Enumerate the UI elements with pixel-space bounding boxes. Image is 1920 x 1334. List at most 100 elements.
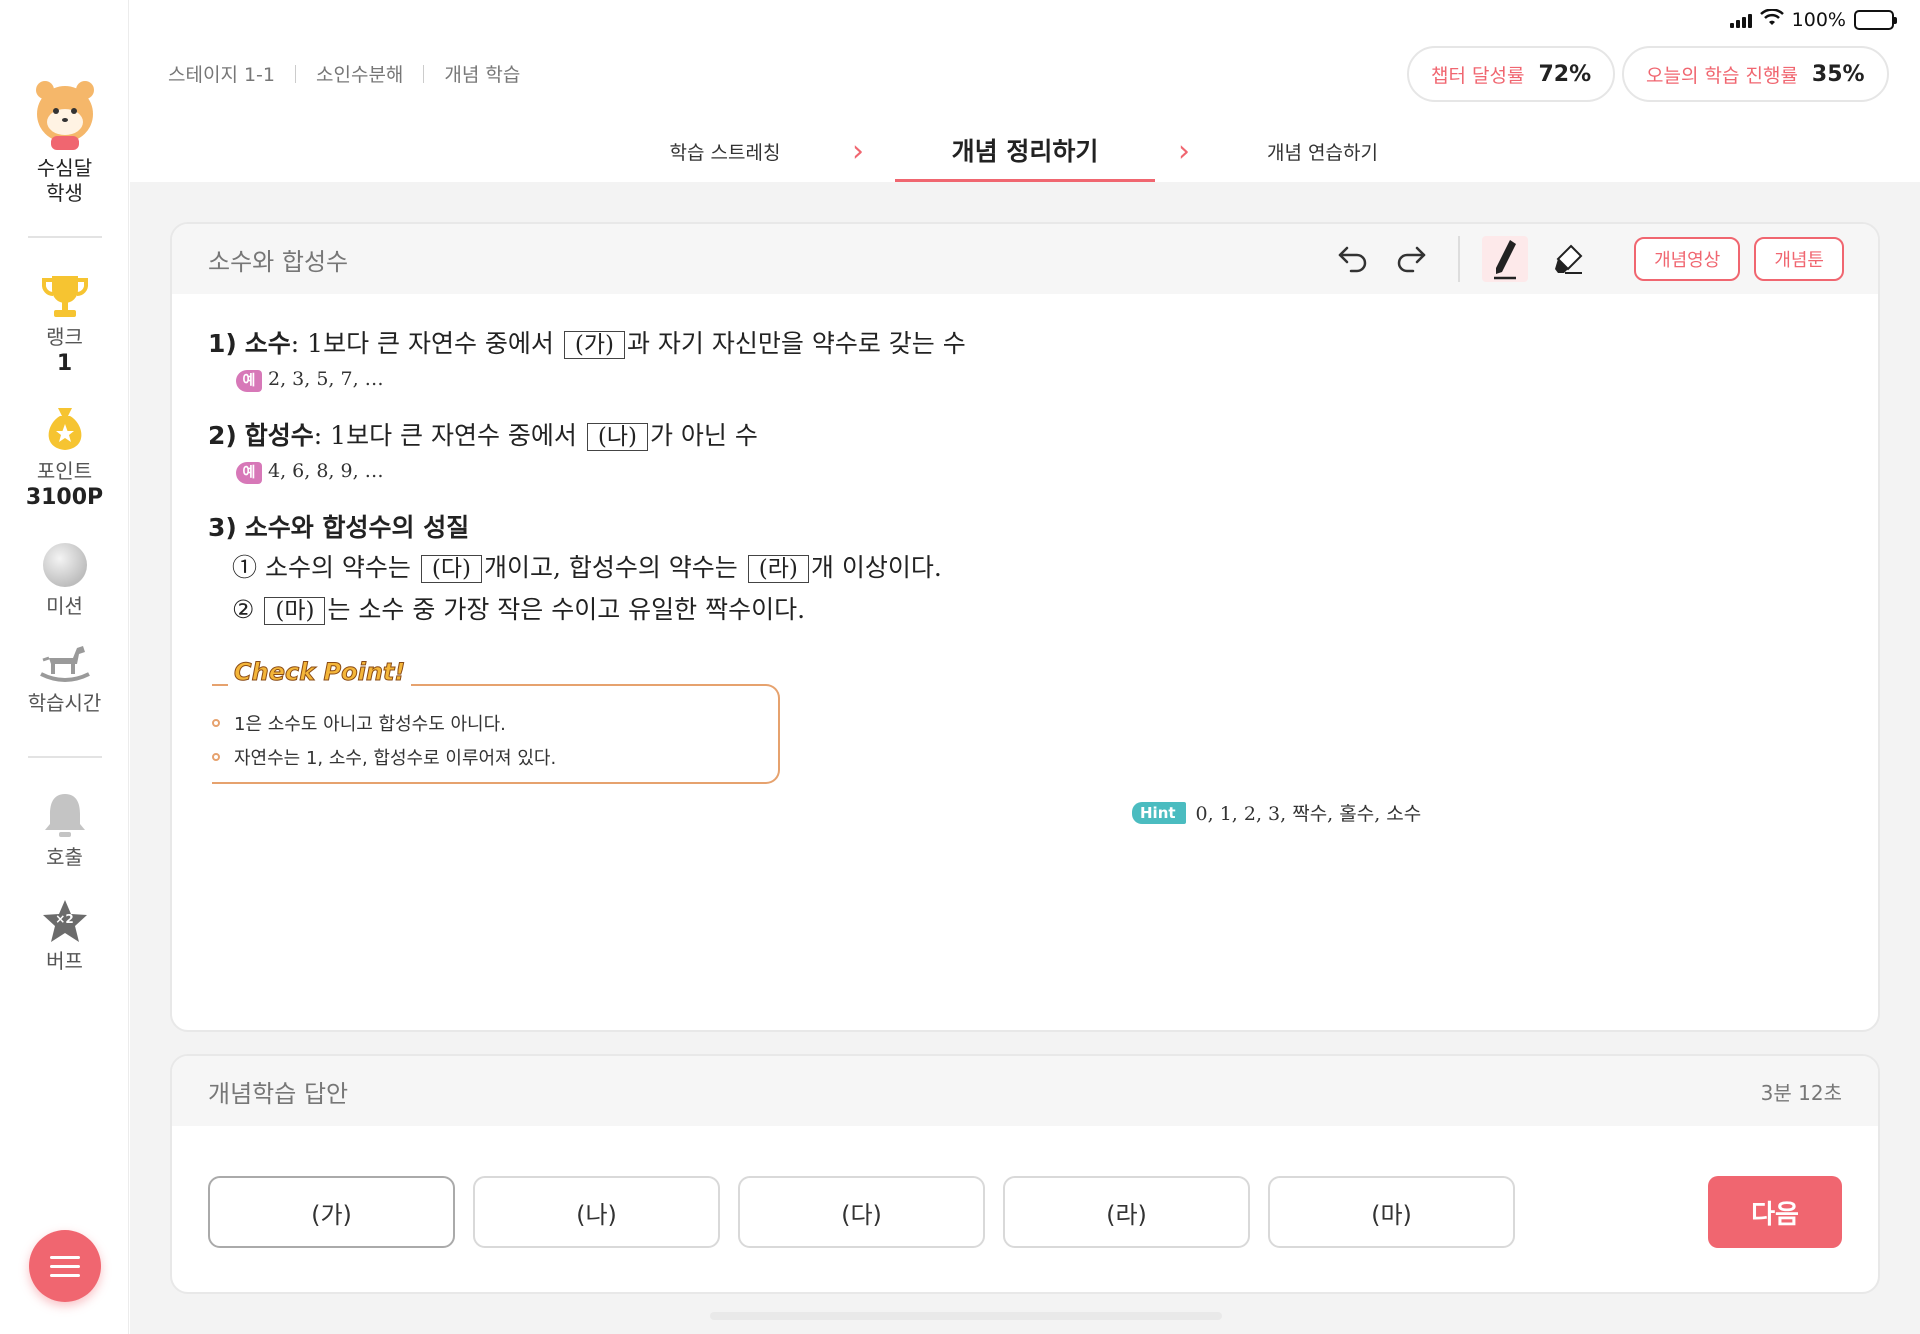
money-bag-icon [48, 408, 81, 450]
battery-icon [1854, 10, 1897, 30]
call-label: 호출 [46, 845, 83, 869]
chapter-progress-value: 72% [1538, 61, 1592, 87]
concept-video-button[interactable]: 개념영상 [1634, 237, 1741, 281]
breadcrumb-unit[interactable]: 소인수분해 [316, 60, 403, 87]
property-two: ② (마) 는 소수 중 가장 작은 수이고 유일한 짝수이다. [232, 590, 805, 626]
check-point-list: 1은 소수도 아니고 합성수도 아니다. 자연수는 1, 소수, 합성수로 이루… [212, 710, 556, 778]
list-item: 자연수는 1, 소수, 합성수로 이루어져 있다. [212, 744, 556, 770]
mission-orb-icon [42, 543, 87, 587]
sidebar-item-mission[interactable]: 미션 [0, 541, 129, 619]
next-button[interactable]: 다음 [1708, 1176, 1842, 1248]
property-text: 는 소수 중 가장 작은 수이고 유일한 짝수이다. [327, 595, 806, 624]
mission-label: 미션 [46, 594, 83, 618]
home-indicator[interactable] [710, 1312, 1222, 1320]
blank-ma: (마) [264, 597, 326, 625]
definition-text: 과 자기 자신만을 약수로 갖는 수 [626, 329, 966, 358]
buff-multiplier: ×2 [55, 912, 74, 926]
bullet-icon [212, 753, 220, 761]
answer-slot-ra[interactable]: (라) [1003, 1176, 1250, 1248]
tab-concept-practice[interactable]: 개념 연습하기 [1245, 120, 1400, 182]
sidebar-item-point[interactable]: 포인트 3100P [0, 404, 129, 512]
concept-panel: 소수와 합성수 개념영상 개념툰 1) 소수: 1보다 큰 자연수 중에서 (가… [170, 222, 1880, 1032]
answer-slot-na[interactable]: (나) [473, 1176, 720, 1248]
term-prime: 소수 [244, 329, 291, 358]
panel-title: 소수와 합성수 [208, 247, 349, 276]
today-progress-value: 35% [1811, 61, 1865, 87]
tab-concept-summary[interactable]: 개념 정리하기 [895, 120, 1155, 182]
answer-slot-da[interactable]: (다) [738, 1176, 985, 1248]
rocking-horse-icon [39, 646, 90, 682]
blank-ga: (가) [563, 331, 625, 359]
breadcrumb-stage[interactable]: 스테이지 1-1 [168, 60, 275, 87]
bell-icon [44, 794, 85, 837]
definition-prime: 1) 소수: 1보다 큰 자연수 중에서 (가) 과 자기 자신만을 약수로 갖는… [208, 324, 966, 360]
breadcrumb-separator [423, 64, 425, 83]
eraser-icon[interactable] [1546, 236, 1592, 282]
toolbar: 개념영상 개념툰 [1330, 236, 1844, 282]
buff-label: 버프 [46, 949, 83, 973]
trophy-icon [41, 276, 88, 317]
answer-title: 개념학습 답안 [208, 1079, 349, 1108]
property-marker: ② [232, 595, 255, 624]
battery-percentage: 100% [1791, 9, 1846, 31]
item-number: 2) [208, 421, 237, 450]
toolbar-divider [1458, 236, 1461, 282]
profile-role: 학생 [46, 181, 83, 205]
property-text: 개이고, 합성수의 약수는 [483, 553, 746, 582]
example-text: 2, 3, 5, 7, … [268, 368, 384, 390]
rank-label: 랭크 [46, 325, 83, 349]
item-number: 1) [208, 329, 237, 358]
status-bar: 100% [1729, 6, 1897, 34]
step-navigation: 학습 스트레칭 › 개념 정리하기 › 개념 연습하기 [0, 120, 1920, 182]
check-point-text: 1은 소수도 아니고 합성수도 아니다. [234, 714, 506, 735]
redo-icon[interactable] [1388, 236, 1434, 282]
answer-slot-ga[interactable]: (가) [208, 1176, 455, 1248]
properties-heading: 3) 소수와 합성수의 성질 [208, 508, 469, 544]
check-point-text: 자연수는 1, 소수, 합성수로 이루어져 있다. [234, 748, 557, 769]
hint: Hint 0, 1, 2, 3, 짝수, 홀수, 소수 [1132, 799, 1421, 826]
chevron-right-icon: › [852, 134, 864, 169]
cellular-signal-icon [1729, 12, 1752, 28]
definition-text: 가 아닌 수 [649, 421, 758, 450]
example-prime: 예 2, 3, 5, 7, … [208, 368, 384, 392]
property-one: ① 소수의 약수는 (다) 개이고, 합성수의 약수는 (라) 개 이상이다. [232, 548, 942, 584]
properties-title: 소수와 합성수의 성질 [244, 513, 470, 542]
menu-button[interactable] [29, 1230, 101, 1302]
answer-header: 개념학습 답안 3분 12초 [172, 1056, 1878, 1126]
breadcrumb-separator [295, 64, 296, 83]
timer: 3분 12초 [1760, 1080, 1842, 1105]
sidebar-item-buff[interactable]: ×2 버프 [0, 898, 129, 974]
breadcrumb-page: 개념 학습 [444, 64, 521, 86]
answer-slot-ma[interactable]: (마) [1268, 1176, 1515, 1248]
sidebar-divider [28, 756, 102, 758]
point-value: 3100P [25, 485, 104, 510]
pen-icon[interactable] [1482, 236, 1529, 282]
answer-choices: (가) (나) (다) (라) (마) [208, 1176, 1515, 1248]
property-marker: ① [232, 553, 258, 582]
rank-value: 1 [56, 351, 73, 376]
sidebar-divider [28, 236, 102, 238]
sidebar-item-study-time[interactable]: 학습시간 [0, 640, 129, 716]
item-number: 3) [208, 513, 237, 542]
chapter-progress-label: 챕터 달성률 [1431, 64, 1525, 87]
list-item: 1은 소수도 아니고 합성수도 아니다. [212, 710, 556, 736]
example-text: 4, 6, 8, 9, … [268, 460, 384, 482]
breadcrumb: 스테이지 1-1 소인수분해 개념 학습 [168, 60, 520, 87]
undo-icon[interactable] [1330, 236, 1376, 282]
definition-composite: 2) 합성수: 1보다 큰 자연수 중에서 (나) 가 아닌 수 [208, 416, 758, 452]
hint-badge: Hint [1132, 801, 1186, 824]
property-text: 소수의 약수는 [257, 553, 419, 582]
buff-star-icon: ×2 [41, 898, 89, 944]
sidebar-item-call[interactable]: 호출 [0, 790, 129, 870]
study-time-label: 학습시간 [27, 691, 102, 715]
concept-toon-button[interactable]: 개념툰 [1754, 237, 1844, 281]
check-point-box: Check Point! 1은 소수도 아니고 합성수도 아니다. 자연수는 1… [212, 658, 780, 784]
today-progress-badge: 오늘의 학습 진행률 35% [1622, 46, 1889, 102]
example-badge: 예 [236, 369, 262, 392]
blank-da: (다) [420, 555, 482, 583]
sidebar-item-rank[interactable]: 랭크 1 [0, 274, 129, 378]
definition-text: : 1보다 큰 자연수 중에서 [290, 329, 562, 358]
today-progress-label: 오늘의 학습 진행률 [1646, 64, 1798, 87]
answer-panel: 개념학습 답안 3분 12초 (가) (나) (다) (라) (마) 다음 [170, 1054, 1880, 1294]
tab-study-stretching[interactable]: 학습 스트레칭 [640, 120, 810, 182]
